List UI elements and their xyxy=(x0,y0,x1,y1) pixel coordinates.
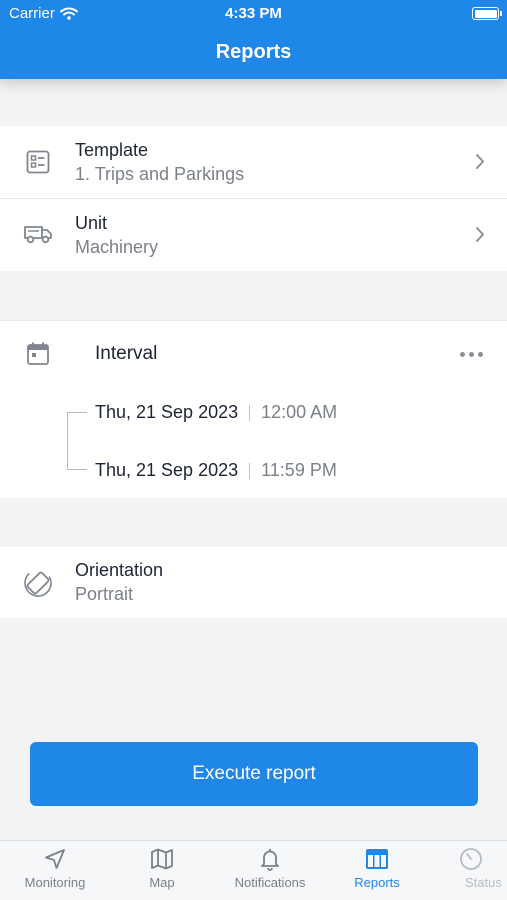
orientation-section: Orientation Portrait xyxy=(0,547,507,618)
tab-monitoring[interactable]: Monitoring xyxy=(0,847,110,890)
unit-label: Unit xyxy=(75,213,108,233)
page-title: Reports xyxy=(215,41,292,63)
separator xyxy=(249,462,251,479)
map-icon xyxy=(151,848,173,870)
clock: 4:33 PM xyxy=(225,5,282,22)
template-value: 1. Trips and Parkings xyxy=(75,164,245,184)
rotate-screen-icon xyxy=(22,567,54,599)
unit-value: Machinery xyxy=(75,237,159,257)
from-date: Thu, 21 Sep 2023 xyxy=(95,402,239,422)
app-header: Carrier 4:33 PM Reports xyxy=(0,0,507,79)
tab-label: Status xyxy=(465,875,502,890)
table-icon xyxy=(366,849,388,869)
interval-section: Interval Thu, 21 Sep 2023 12:00 AM Thu, … xyxy=(0,320,507,498)
orientation-value: Portrait xyxy=(75,584,134,604)
separator xyxy=(249,404,251,421)
status-bar: Carrier 4:33 PM xyxy=(0,0,507,28)
tab-bar: Monitoring Map Notifications Reports Sta… xyxy=(0,840,507,900)
tab-reports[interactable]: Reports xyxy=(322,847,432,890)
tab-label: Notifications xyxy=(234,875,306,890)
tab-notifications[interactable]: Notifications xyxy=(215,847,325,890)
to-date: Thu, 21 Sep 2023 xyxy=(95,460,239,480)
chevron-right-icon xyxy=(476,154,484,169)
orientation-label: Orientation xyxy=(75,560,164,580)
divider xyxy=(0,320,507,321)
chevron-right-icon xyxy=(476,227,484,242)
template-label: Template xyxy=(75,140,149,160)
interval-label: Interval xyxy=(95,343,158,364)
battery-icon xyxy=(472,7,502,20)
interval-bracket xyxy=(67,412,87,470)
template-row[interactable]: Template 1. Trips and Parkings xyxy=(0,126,507,198)
status-gauge-icon xyxy=(460,848,482,870)
report-settings-section: Template 1. Trips and Parkings Unit Mach… xyxy=(0,126,507,271)
execute-report-button[interactable]: Execute report xyxy=(30,742,478,806)
to-time: 11:59 PM xyxy=(261,460,337,480)
truck-icon xyxy=(22,218,54,250)
tab-label: Monitoring xyxy=(24,875,86,890)
navigation-arrow-icon xyxy=(45,849,65,869)
interval-to[interactable]: Thu, 21 Sep 2023 11:59 PM xyxy=(95,460,337,481)
from-time: 12:00 AM xyxy=(261,402,338,422)
tab-label: Reports xyxy=(354,875,400,890)
template-icon xyxy=(22,146,54,178)
tab-status[interactable]: Status xyxy=(430,847,507,890)
orientation-row[interactable]: Orientation Portrait xyxy=(0,547,507,618)
interval-from[interactable]: Thu, 21 Sep 2023 12:00 AM xyxy=(95,402,337,423)
calendar-icon xyxy=(22,338,54,370)
bell-icon xyxy=(261,849,279,871)
tab-map[interactable]: Map xyxy=(107,847,217,890)
unit-row[interactable]: Unit Machinery xyxy=(0,199,507,271)
more-options-icon[interactable] xyxy=(460,352,483,357)
tab-label: Map xyxy=(149,875,175,890)
